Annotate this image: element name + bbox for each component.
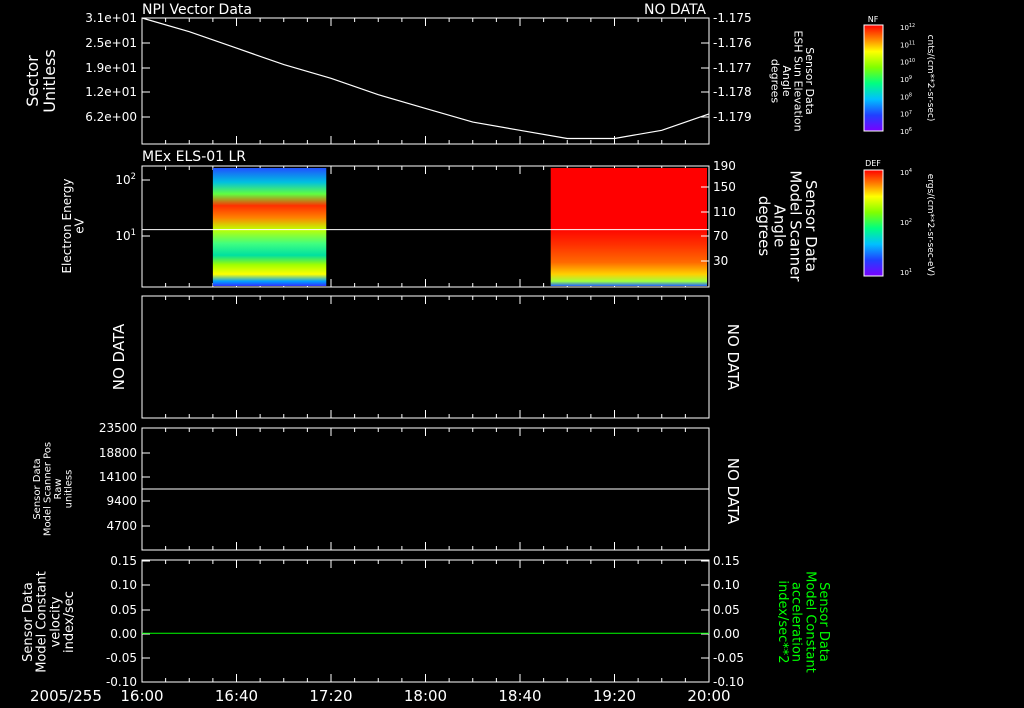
colorbar-def-unit: ergs/(cm**2-sr-sec-eV) bbox=[925, 174, 935, 276]
y2-tick-label: -0.10 bbox=[713, 675, 744, 689]
y-tick-label: 0.15 bbox=[110, 554, 137, 568]
y2-tick-label: 190 bbox=[713, 159, 736, 173]
panel1-title: NPI Vector Data bbox=[142, 2, 252, 18]
time-tick-label: 17:20 bbox=[309, 687, 352, 705]
panel4-ylabel: unitless bbox=[64, 470, 75, 509]
panel5-y2label: index/sec**2 bbox=[775, 580, 790, 663]
y-tick-label: -0.05 bbox=[106, 651, 137, 665]
colorbar-nf-label: NF bbox=[868, 15, 879, 24]
colorbar-nf-tick: 108 bbox=[900, 93, 912, 102]
y-tick-label: 0.00 bbox=[110, 627, 137, 641]
colorbar-nf-unit: cnts/(cm**2-sr-sec) bbox=[925, 35, 935, 122]
y-tick-label-10: 101 bbox=[115, 227, 136, 243]
y2-tick-label: -0.05 bbox=[713, 651, 744, 665]
panel-frame-1 bbox=[141, 17, 710, 145]
panel2-title: MEx ELS-01 LR bbox=[142, 149, 246, 165]
y-tick-label: 3.1e+01 bbox=[85, 11, 137, 25]
y2-tick-label: 110 bbox=[713, 205, 736, 219]
colorbar-nf-tick: 1012 bbox=[900, 23, 915, 32]
y-tick-label: -0.10 bbox=[106, 675, 137, 689]
y2-tick-label: -1.175 bbox=[713, 11, 752, 25]
spectrogram-block-2 bbox=[550, 168, 707, 286]
panel3-nodata-left: NO DATA bbox=[110, 323, 128, 390]
y-tick-label: 4700 bbox=[106, 519, 137, 533]
y-tick-label: 9400 bbox=[106, 494, 137, 508]
time-tick-label: 18:00 bbox=[404, 687, 447, 705]
spectrogram-block-1 bbox=[212, 168, 327, 286]
colorbar-nf-tick: 109 bbox=[900, 75, 912, 84]
date-label: 2005/255 bbox=[30, 687, 102, 705]
panel3-nodata-right: NO DATA bbox=[724, 324, 742, 391]
y2-tick-label: 70 bbox=[713, 229, 728, 243]
y2-tick-label: -1.177 bbox=[713, 61, 752, 75]
y-tick-label: 18800 bbox=[99, 446, 137, 460]
colorbar-def-label: DEF bbox=[865, 159, 881, 168]
panel4-nodata: NO DATA bbox=[724, 458, 742, 525]
y2-tick-label: 30 bbox=[713, 254, 728, 268]
y2-tick-label: -1.176 bbox=[713, 36, 752, 50]
panel5-ylabel: index/sec bbox=[62, 591, 77, 653]
time-tick-label: 16:00 bbox=[120, 687, 163, 705]
colorbar-def-tick: 102 bbox=[900, 218, 912, 227]
colorbar-def bbox=[863, 169, 884, 277]
time-tick-label: 19:20 bbox=[593, 687, 636, 705]
y2-tick-label: 150 bbox=[713, 180, 736, 194]
panel4-ylabel: Sensor Data bbox=[32, 458, 43, 519]
panel2-y2label: degrees bbox=[755, 196, 773, 257]
time-tick-label: 18:40 bbox=[498, 687, 541, 705]
panel4-ylabel: Raw bbox=[53, 478, 64, 499]
panel-frame-3 bbox=[141, 295, 710, 419]
y-tick-label: 6.2e+00 bbox=[85, 110, 137, 124]
y-tick-label: 23500 bbox=[99, 421, 137, 435]
y2-tick-label: 0.10 bbox=[713, 578, 740, 592]
sun-elevation-line bbox=[141, 17, 710, 140]
y2-tick-label: 0.00 bbox=[713, 627, 740, 641]
instrument-plot: 16:00 16:40 17:20 18:00 18:40 19:20 20:00 2005/… bbox=[21, 2, 935, 705]
panel4-ylabel: Model Scanner Pos bbox=[43, 442, 54, 536]
panel2-ylabel: eV bbox=[73, 217, 87, 233]
time-tick-label: 16:40 bbox=[215, 687, 258, 705]
y-tick-label: 0.10 bbox=[110, 578, 137, 592]
colorbar-nf-tick: 106 bbox=[900, 127, 912, 136]
y-tick-label-100: 102 bbox=[115, 171, 136, 187]
colorbar-def-tick: 104 bbox=[900, 168, 912, 177]
panel1-nodata: NO DATA bbox=[644, 2, 706, 18]
y2-tick-label: -1.178 bbox=[713, 85, 752, 99]
time-tick-label: 20:00 bbox=[687, 687, 730, 705]
y2-tick-label: 0.15 bbox=[713, 554, 740, 568]
panel1-y2label: degrees bbox=[768, 59, 781, 104]
panel-frame-5 bbox=[141, 559, 710, 683]
y-tick-label: 1.9e+01 bbox=[85, 61, 137, 75]
panel1-ylabel: Unitless bbox=[40, 49, 59, 113]
y2-tick-label: -1.179 bbox=[713, 110, 752, 124]
colorbar-nf-tick: 1011 bbox=[900, 41, 915, 50]
colorbar-nf-tick: 1010 bbox=[900, 58, 915, 67]
colorbar-nf bbox=[863, 24, 884, 132]
colorbar-nf-tick: 107 bbox=[900, 110, 912, 119]
colorbar-def-tick: 101 bbox=[900, 268, 912, 277]
y-tick-label: 14100 bbox=[99, 470, 137, 484]
y-tick-label: 1.2e+01 bbox=[85, 85, 137, 99]
y2-tick-label: 0.05 bbox=[713, 603, 740, 617]
y-tick-label: 0.05 bbox=[110, 603, 137, 617]
y-tick-label: 2.5e+01 bbox=[85, 36, 137, 50]
